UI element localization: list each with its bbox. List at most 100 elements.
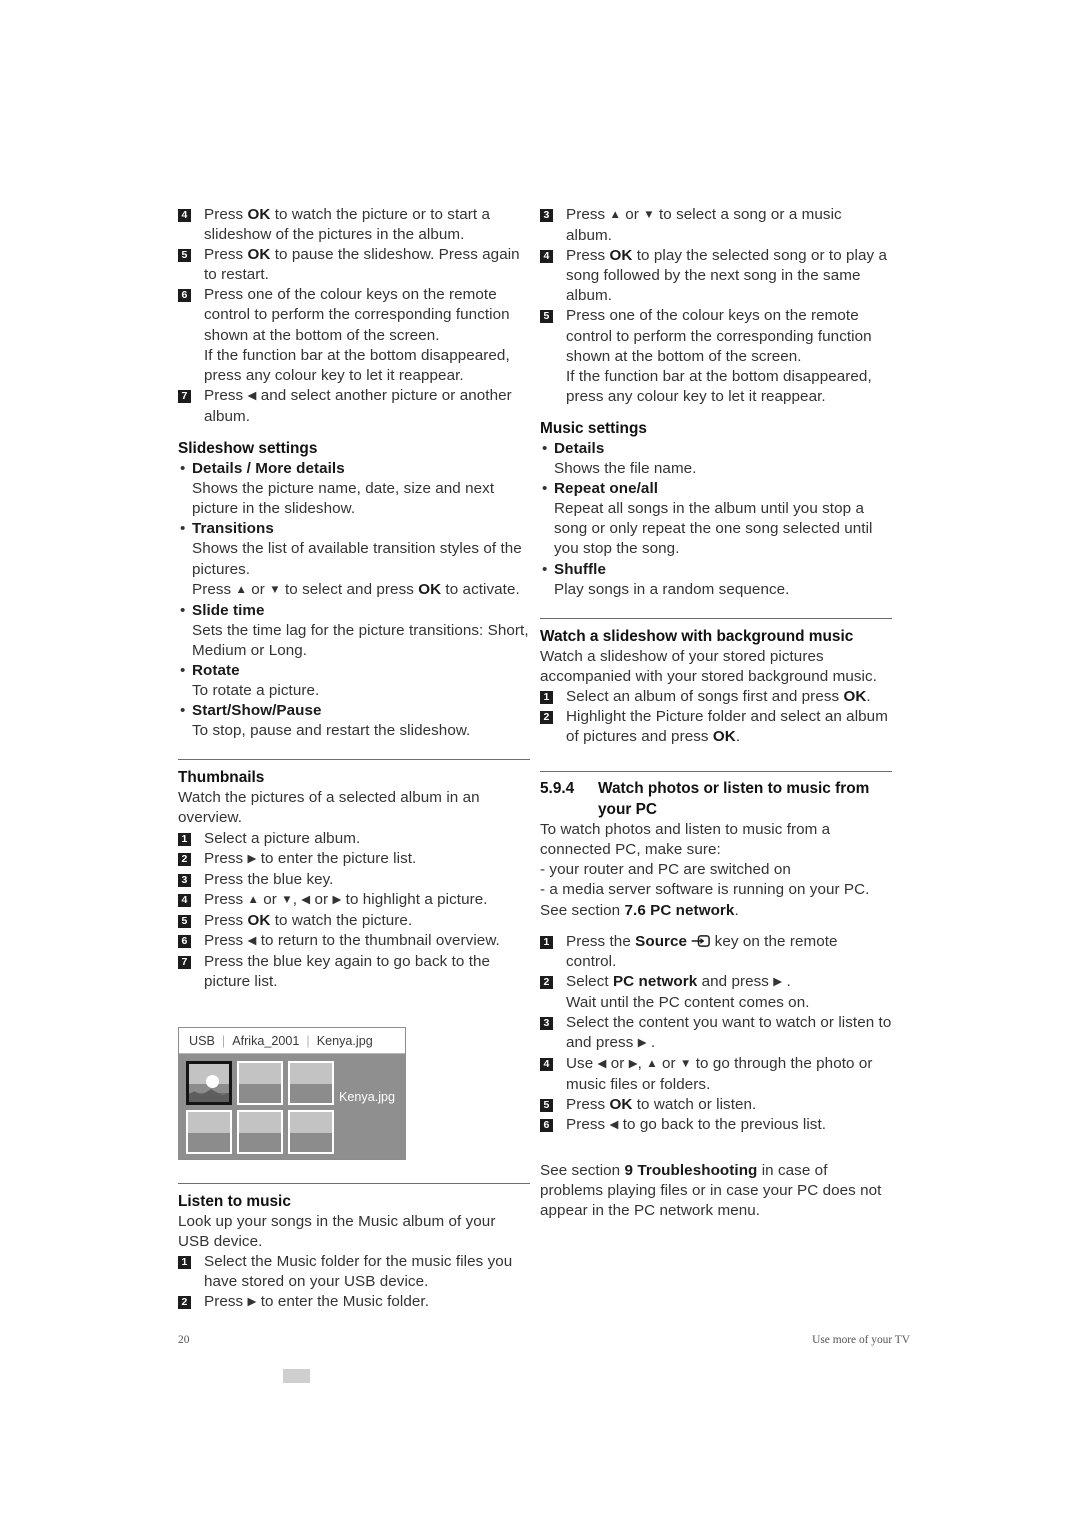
heading-slideshow-settings: Slideshow settings (178, 440, 318, 458)
step-badge: 1 (540, 935, 553, 949)
down-arrow-icon: ▼ (269, 583, 281, 596)
list-item: • Start/Show/Pause To stop, pause and re… (178, 701, 530, 741)
page-number: 20 (178, 1334, 190, 1346)
page-footer: 20 Use more of your TV (0, 1334, 1080, 1354)
step-text: Press ▶ to enter the Music folder. (204, 1293, 429, 1311)
step-badge: 4 (540, 1058, 553, 1072)
music-settings-list: • Details Shows the file name. • Repeat … (540, 439, 892, 600)
step-badge: 4 (178, 209, 191, 222)
step-text: Press one of the colour keys on the remo… (566, 307, 872, 365)
setting-desc: Sets the time lag for the picture transi… (192, 621, 529, 659)
section-594-steps: 1 Press the Source key on the remote con… (540, 932, 892, 1137)
step-badge: 3 (540, 1017, 553, 1030)
list-item: • Slide time Sets the time lag for the p… (178, 601, 530, 661)
step-item: 7 Press the blue key again to go back to… (178, 952, 530, 992)
bullet-icon: • (542, 439, 548, 457)
step-text: Press OK to watch the picture. (204, 911, 413, 929)
heading-listen-to-music: Listen to music (178, 1193, 291, 1210)
step-item: 4 Use ◀ or ▶, ▲ or ▼ to go through the p… (540, 1054, 892, 1095)
background-music-intro: Watch a slideshow of your stored picture… (540, 647, 877, 685)
dash-item: - a media server software is running on … (540, 881, 870, 899)
setting-term: Rotate (192, 661, 240, 679)
step-text: Select PC network and press ▶ . Wait unti… (566, 972, 810, 1011)
step-item: 2 Press ▶ to enter the picture list. (178, 849, 530, 870)
step-badge: 4 (178, 893, 191, 907)
list-item: • Shuffle Play songs in a random sequenc… (540, 560, 892, 600)
breadcrumb-separator: | (306, 1033, 310, 1048)
listen-intro: Look up your songs in the Music album of… (178, 1213, 496, 1251)
figure-file-label: Kenya.jpg (338, 1090, 395, 1104)
step-note: If the function bar at the bottom disapp… (178, 346, 530, 386)
step-badge: 5 (540, 310, 553, 324)
down-arrow-icon: ▼ (679, 1058, 692, 1071)
heading-background-music: Watch a slideshow with background music (540, 627, 854, 645)
listen-steps: 1 Select the Music folder for the music … (178, 1252, 530, 1313)
left-arrow-icon: ◀ (247, 935, 257, 947)
right-column: 3 Press ▲ or ▼ to select a song or a mus… (540, 205, 892, 1221)
sun-shape (206, 1075, 219, 1088)
setting-desc: Play songs in a random sequence. (554, 580, 790, 598)
step-text: Press ◀ to go back to the previous list. (566, 1116, 827, 1134)
bullet-icon: • (180, 702, 186, 720)
setting-term: Details / More details (192, 460, 345, 478)
section-594-intro: To watch photos and listen to music from… (540, 821, 831, 859)
list-item: • Details Shows the file name. (540, 439, 892, 479)
setting-term: Details (554, 439, 605, 457)
step-item: 1 Select an album of songs first and pre… (540, 687, 892, 707)
step-item: 5 Press OK to pause the slideshow. Press… (178, 245, 530, 285)
breadcrumb-separator: | (221, 1033, 226, 1048)
step-item: 7 Press ◀ and select another picture or … (178, 386, 530, 427)
heading-thumbnails: Thumbnails (178, 769, 265, 787)
step-text-prefix: Press the (566, 932, 636, 950)
step-text: Press the blue key. (204, 870, 334, 888)
down-arrow-icon: ▼ (281, 893, 293, 906)
bullet-icon: • (180, 520, 186, 538)
right-arrow-icon: ▶ (247, 852, 257, 865)
setting-desc: To rotate a picture. (192, 682, 320, 700)
step-badge: 5 (540, 1099, 553, 1113)
thumbnails-steps: 1 Select a picture album. 2 Press ▶ to e… (178, 829, 530, 993)
step-text: Press OK to watch the picture or to star… (204, 206, 491, 244)
step-text: If the function bar at the bottom disapp… (204, 346, 510, 384)
step-item: 3 Press the blue key. (178, 870, 530, 890)
thumbnail-item (288, 1110, 334, 1154)
right-arrow-icon: ▶ (637, 1037, 647, 1050)
step-item: 1 Press the Source key on the remote con… (540, 932, 892, 972)
setting-term: Start/Show/Pause (192, 702, 322, 720)
step-badge: 2 (540, 975, 553, 989)
setting-desc: Shows the list of available transition s… (192, 540, 522, 578)
step-text: Press ▶ to enter the picture list. (204, 849, 417, 867)
setting-term: Transitions (192, 520, 274, 538)
step-text: Press ◀ to return to the thumbnail overv… (204, 932, 500, 949)
right-arrow-icon: ▶ (773, 975, 783, 988)
breadcrumb-file: Kenya.jpg (316, 1033, 373, 1048)
setting-term: Shuffle (554, 560, 606, 578)
step-badge: 6 (540, 1119, 553, 1133)
see-section-prefix: See section (540, 901, 625, 919)
bullet-icon: • (180, 601, 186, 619)
step-badge: 5 (178, 914, 191, 928)
setting-desc: Repeat all songs in the album until you … (554, 500, 873, 558)
thumbnail-item (237, 1061, 283, 1105)
left-column-lower: Listen to music Look up your songs in th… (178, 1183, 530, 1313)
step-item: 6 Press ◀ to return to the thumbnail ove… (178, 931, 530, 952)
troubleshooting-note: See section 9 Troubleshooting in case of… (540, 1161, 892, 1221)
step-extra: Wait until the PC content comes on. (566, 993, 810, 1011)
right-arrow-icon: ▶ (628, 1058, 638, 1071)
setting-desc: To stop, pause and restart the slideshow… (192, 722, 471, 740)
figure-body: Kenya.jpg (179, 1054, 405, 1159)
left-arrow-icon: ◀ (247, 389, 257, 402)
list-item: • Details / More details Shows the pictu… (178, 459, 530, 519)
step-item: 5 Press OK to watch or listen. (540, 1095, 892, 1115)
manual-page: 4 Press OK to watch the picture or to st… (0, 0, 1080, 1528)
step-item: 6 Press ◀ to go back to the previous lis… (540, 1115, 892, 1136)
step-text: Select a picture album. (204, 829, 361, 847)
troubleshooting-prefix: See section (540, 1161, 625, 1179)
list-item: • Transitions Shows the list of availabl… (178, 519, 530, 600)
step-text: Press the Source key on the remote contr… (566, 933, 838, 970)
step-item: 4 Press OK to play the selected song or … (540, 246, 892, 306)
section-reference: 7.6 PC network (624, 901, 735, 919)
setting-desc: Shows the file name. (554, 460, 697, 478)
step-item: 2 Highlight the Picture folder and selec… (540, 707, 892, 747)
step-badge: 1 (540, 690, 553, 704)
